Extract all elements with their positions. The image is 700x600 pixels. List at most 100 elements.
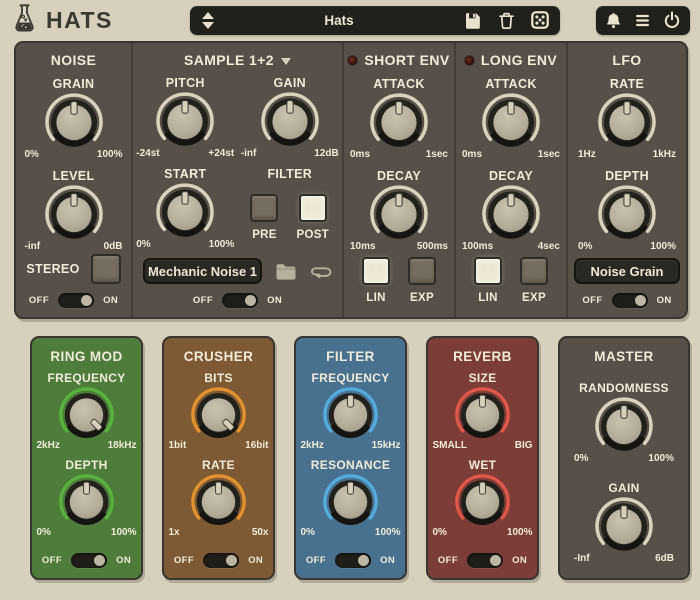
grain-control: GRAIN 0%100% — [25, 77, 123, 160]
lfo-target-selector[interactable]: Noise Grain — [574, 258, 680, 284]
noise-toggle-switch[interactable] — [58, 293, 94, 308]
ringmod-depth-knob[interactable] — [58, 473, 115, 530]
save-button[interactable] — [461, 9, 483, 31]
long-attack-knob[interactable] — [481, 92, 541, 152]
wet-knob[interactable] — [454, 473, 511, 530]
preset-down-icon[interactable] — [202, 22, 214, 29]
short-decay-knob[interactable] — [369, 184, 429, 244]
ringmod-frequency-control: FREQUENCY 2kHz18kHz — [37, 371, 137, 451]
resonance-knob[interactable] — [322, 473, 379, 530]
sample-toggle-switch[interactable] — [222, 293, 258, 308]
preset-up-icon[interactable] — [202, 12, 214, 19]
loop-button[interactable] — [310, 260, 332, 282]
trash-icon — [497, 11, 516, 30]
bits-control: BITS 1bit16bit — [169, 371, 269, 451]
loop-icon — [310, 262, 332, 280]
lfo-power-toggle: OFF ON — [582, 293, 671, 308]
resonance-control: RESONANCE 0%100% — [301, 458, 401, 538]
rate-knob[interactable] — [597, 92, 657, 152]
grain-knob[interactable] — [44, 92, 104, 152]
long-lin-button[interactable] — [474, 257, 502, 285]
save-icon — [463, 11, 482, 30]
start-knob[interactable] — [155, 182, 215, 242]
reverb-panel: REVERB SIZE SMALLBIG WET 0%100% OFF ON — [426, 336, 539, 580]
long-decay-knob[interactable] — [481, 184, 541, 244]
master-gain-control: GAIN -Inf6dB — [574, 481, 674, 564]
short-decay-control: DECAY 10ms500ms — [350, 169, 448, 252]
noise-section: NOISE GRAIN 0%100% LEVEL -inf0dB STEREO — [16, 43, 133, 317]
pre-button[interactable] — [250, 194, 278, 222]
preset-prev-next-buttons[interactable] — [199, 10, 217, 31]
bits-knob[interactable] — [190, 386, 247, 443]
randomness-knob[interactable] — [594, 396, 654, 456]
system-bar — [596, 6, 690, 35]
ringmod-toggle-switch[interactable] — [71, 553, 107, 568]
ring-mod-panel: RING MOD FREQUENCY 2kHz18kHz DEPTH 0%100… — [30, 336, 143, 580]
crusher-toggle-switch[interactable] — [203, 553, 239, 568]
long-env-title: LONG ENV — [481, 52, 557, 68]
ringmod-depth-control: DEPTH 0%100% — [37, 458, 137, 538]
ringmod-frequency-knob[interactable] — [58, 386, 115, 443]
crusher-rate-control: RATE 1x50x — [169, 458, 269, 538]
sample-section: SAMPLE 1+2 PITCH -24st+24st GAIN -inf12d… — [133, 43, 344, 317]
delete-button[interactable] — [495, 9, 517, 31]
hamburger-icon — [633, 11, 652, 30]
master-gain-knob[interactable] — [594, 496, 654, 556]
lfo-depth-control: DEPTH 0%100% — [578, 169, 676, 252]
long-decay-control: DECAY 100ms4sec — [462, 169, 560, 252]
sample-power-toggle: OFF ON — [193, 293, 282, 308]
long-exp-button[interactable] — [520, 257, 548, 285]
noise-level-knob[interactable] — [44, 184, 104, 244]
start-control: START 0%100% — [133, 167, 238, 250]
lfo-section: LFO RATE 1Hz1kHz DEPTH 0%100% Noise Grai… — [568, 43, 686, 317]
notifications-button[interactable] — [604, 9, 623, 31]
filter-frequency-knob[interactable] — [322, 386, 379, 443]
sample-title: SAMPLE 1+2 — [184, 52, 274, 68]
app-title: HATS — [46, 7, 113, 34]
size-knob[interactable] — [454, 386, 511, 443]
sample-filter-routing: FILTER PRE POST — [238, 167, 343, 250]
randomness-control: RANDOMNESS 0%100% — [574, 381, 674, 464]
menu-button[interactable] — [633, 9, 652, 31]
filter-toggle-switch[interactable] — [335, 553, 371, 568]
wet-control: WET 0%100% — [433, 458, 533, 538]
reverb-toggle-switch[interactable] — [467, 553, 503, 568]
noise-power-toggle: OFF ON — [29, 293, 118, 308]
bell-icon — [604, 11, 623, 30]
caret-down-icon[interactable] — [281, 58, 291, 65]
preset-bar: Hats — [190, 6, 560, 35]
sample-selector[interactable]: SAMPLE 1+2 — [184, 52, 291, 68]
flask-icon — [12, 3, 37, 38]
noise-level-control: LEVEL -inf0dB — [25, 169, 123, 252]
brand: HATS — [12, 3, 190, 38]
master-panel: MASTER RANDOMNESS 0%100% GAIN -Inf6dB — [558, 336, 690, 580]
long-env-led — [465, 56, 474, 65]
stereo-button[interactable] — [91, 254, 121, 284]
short-attack-knob[interactable] — [369, 92, 429, 152]
power-icon — [662, 10, 682, 30]
browse-button[interactable] — [275, 260, 297, 282]
power-button[interactable] — [662, 9, 682, 31]
noise-title: NOISE — [51, 52, 97, 68]
filter-frequency-control: FREQUENCY 2kHz15kHz — [301, 371, 401, 451]
post-button[interactable] — [299, 194, 327, 222]
folder-icon — [275, 262, 297, 281]
lfo-toggle-switch[interactable] — [612, 293, 648, 308]
fx-row: RING MOD FREQUENCY 2kHz18kHz DEPTH 0%100… — [30, 336, 690, 580]
short-lin-button[interactable] — [362, 257, 390, 285]
preset-name[interactable]: Hats — [217, 13, 461, 28]
synth-panel: NOISE GRAIN 0%100% LEVEL -inf0dB STEREO — [14, 41, 688, 319]
lfo-depth-knob[interactable] — [597, 184, 657, 244]
pitch-knob[interactable] — [155, 91, 215, 151]
reverb-power-toggle: OFF ON — [438, 553, 527, 568]
short-env-title: SHORT ENV — [364, 52, 449, 68]
short-attack-control: ATTACK 0ms1sec — [350, 77, 448, 160]
short-env-section: SHORT ENV ATTACK 0ms1sec DECAY 10ms500ms — [344, 43, 456, 317]
sample-file-selector[interactable]: Mechanic Noise 1 — [143, 258, 262, 284]
crusher-rate-knob[interactable] — [190, 473, 247, 530]
randomize-button[interactable] — [529, 9, 551, 31]
ringmod-power-toggle: OFF ON — [42, 553, 131, 568]
stereo-control: STEREO — [26, 254, 120, 284]
short-exp-button[interactable] — [408, 257, 436, 285]
sample-gain-knob[interactable] — [260, 91, 320, 151]
